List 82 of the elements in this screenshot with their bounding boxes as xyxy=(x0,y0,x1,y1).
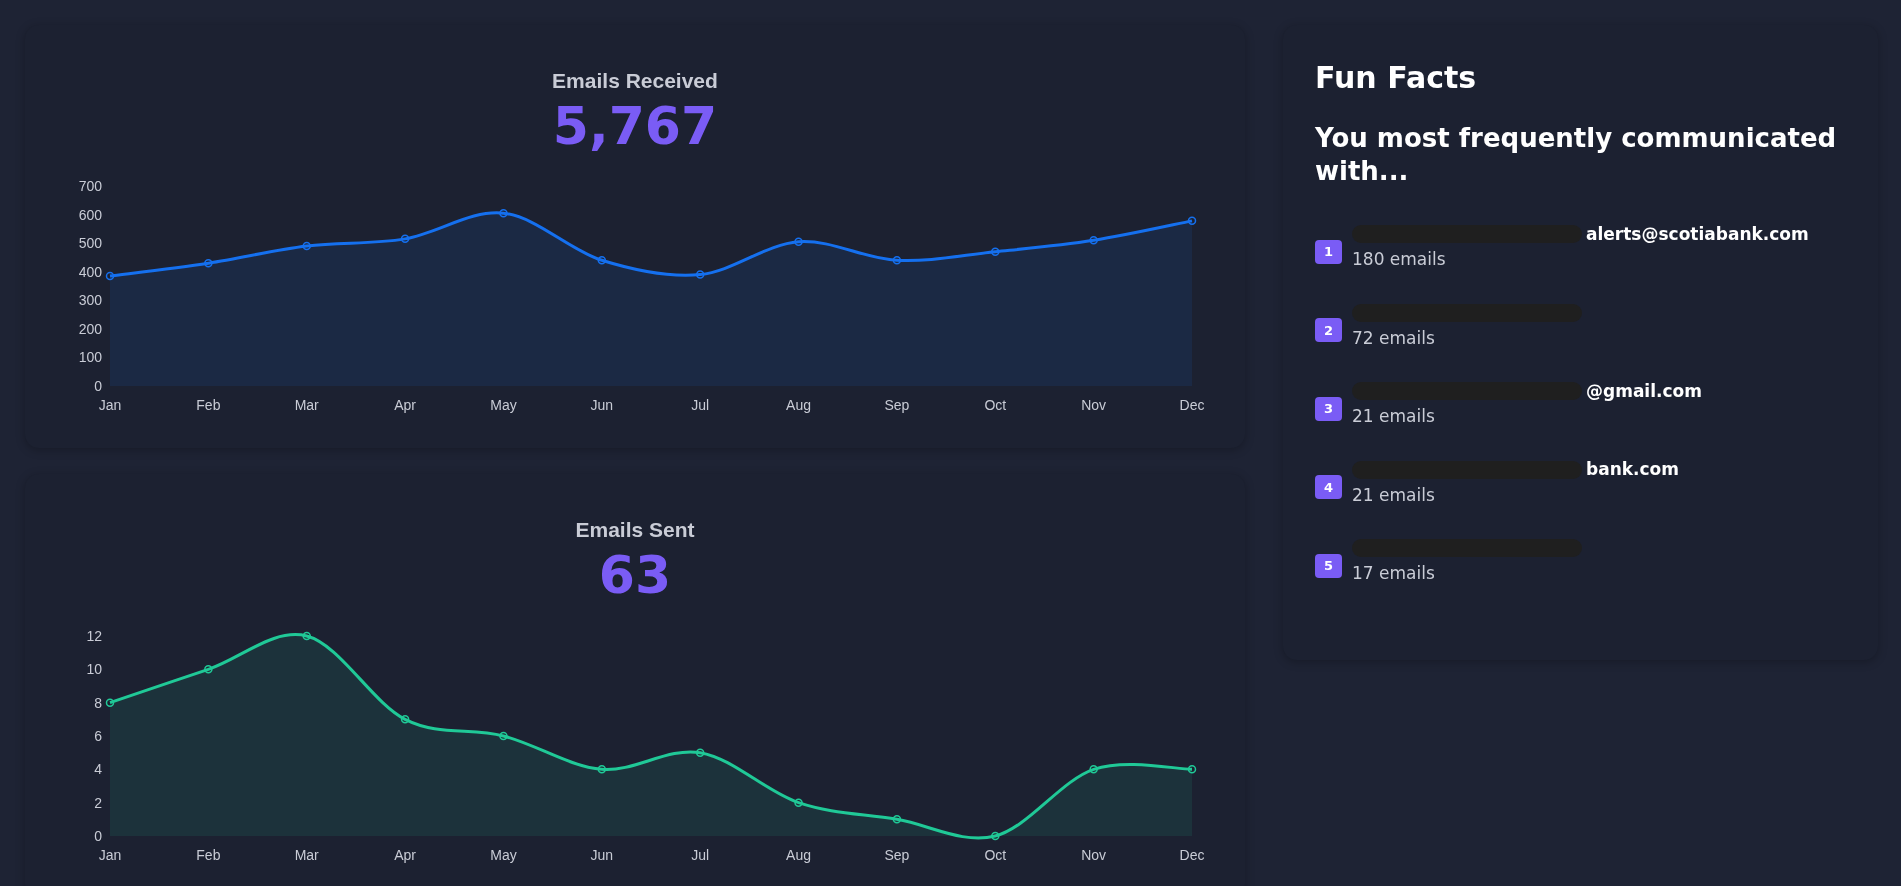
email-count: 72 emails xyxy=(1352,326,1436,350)
x-axis-label: Dec xyxy=(1179,397,1205,414)
y-axis-label: 400 xyxy=(78,264,102,280)
data-point xyxy=(695,748,705,757)
rank-badge: 1 xyxy=(1315,239,1342,264)
email-address: bank.com xyxy=(1586,459,1679,480)
data-point xyxy=(794,237,803,247)
x-axis-label: May xyxy=(490,397,517,414)
data-point xyxy=(302,631,311,640)
x-axis-label: May xyxy=(490,846,517,863)
x-axis-label: Aug xyxy=(786,846,811,863)
total-count: 63 xyxy=(597,545,673,606)
x-axis-label: Nov xyxy=(1081,846,1107,863)
data-point xyxy=(892,256,902,265)
card-title: Fun Facts xyxy=(1315,59,1478,97)
y-axis-label: 6 xyxy=(94,727,102,744)
data-point xyxy=(991,247,1000,257)
y-axis-label: 600 xyxy=(78,206,102,223)
data-point xyxy=(105,272,115,281)
y-axis-label: 10 xyxy=(86,660,102,677)
card-subtitle: You most frequently communicated with... xyxy=(1315,122,1838,187)
x-axis-label: Jan xyxy=(98,846,122,863)
data-point xyxy=(1187,216,1197,226)
data-point xyxy=(499,731,508,740)
x-axis-label: Apr xyxy=(394,397,416,414)
data-point xyxy=(597,764,607,774)
data-point xyxy=(400,714,410,724)
y-axis-label: 12 xyxy=(86,627,102,644)
data-point xyxy=(400,234,410,244)
data-point xyxy=(991,831,1000,840)
data-point xyxy=(695,270,705,280)
data-point xyxy=(1089,236,1098,245)
data-point xyxy=(892,814,902,824)
data-point xyxy=(499,209,508,218)
chart-title: Emails Sent xyxy=(574,517,696,544)
x-axis-label: Apr xyxy=(394,846,416,863)
x-axis-label: Jul xyxy=(691,846,710,863)
data-point xyxy=(105,698,115,707)
data-point xyxy=(204,259,213,268)
email-count: 21 emails xyxy=(1352,483,1436,507)
y-axis-label: 4 xyxy=(94,760,102,777)
data-point xyxy=(1089,764,1098,774)
rank-badge: 4 xyxy=(1315,475,1342,500)
x-axis-label: Aug xyxy=(786,397,811,414)
x-axis-label: Jan xyxy=(98,397,122,414)
data-point xyxy=(794,798,803,807)
y-axis-label: 0 xyxy=(94,827,102,844)
x-axis-label: Nov xyxy=(1081,397,1107,414)
x-axis-label: Sep xyxy=(884,846,910,863)
x-axis-label: Jun xyxy=(590,846,614,863)
x-axis-label: Jun xyxy=(590,397,614,414)
y-axis-label: 300 xyxy=(78,292,102,309)
x-axis-label: Mar xyxy=(294,846,319,863)
y-axis-label: 0 xyxy=(94,378,102,395)
email-count: 17 emails xyxy=(1352,562,1436,585)
x-axis-label: Feb xyxy=(196,397,221,414)
y-axis-label: 500 xyxy=(78,235,102,252)
y-axis-label: 8 xyxy=(94,694,102,711)
y-axis-label: 2 xyxy=(94,794,102,811)
email-address: @gmail.com xyxy=(1586,380,1702,402)
y-axis-label: 200 xyxy=(78,321,102,338)
data-point xyxy=(204,664,213,674)
email-count: 180 emails xyxy=(1352,248,1447,271)
data-point xyxy=(1187,764,1197,774)
x-axis-label: Feb xyxy=(196,846,221,863)
email-address: alerts@scotiabank.com xyxy=(1586,223,1809,245)
x-axis-label: Sep xyxy=(884,397,910,414)
x-axis-label: Oct xyxy=(984,397,1007,414)
rank-badge: 2 xyxy=(1315,318,1342,343)
x-axis-label: Oct xyxy=(984,846,1007,863)
y-axis-label: 700 xyxy=(78,178,102,195)
y-axis-label: 100 xyxy=(78,349,102,366)
x-axis-label: Dec xyxy=(1179,846,1205,863)
email-count: 21 emails xyxy=(1352,405,1436,428)
x-axis-label: Mar xyxy=(294,397,319,414)
rank-badge: 3 xyxy=(1315,396,1342,421)
total-count: 5,767 xyxy=(551,96,719,157)
rank-badge: 5 xyxy=(1315,553,1342,578)
x-axis-label: Jul xyxy=(691,397,710,414)
data-point xyxy=(597,256,607,265)
chart-title: Emails Received xyxy=(551,68,719,94)
data-point xyxy=(302,242,311,251)
